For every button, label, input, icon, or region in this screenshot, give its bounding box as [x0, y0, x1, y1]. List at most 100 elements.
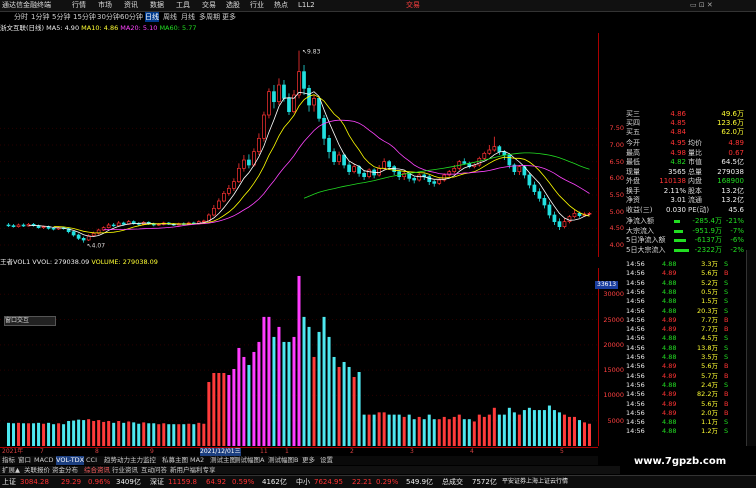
bottom-tab[interactable]: 扩展▲	[2, 466, 20, 474]
sz-index-amount: 4162亿	[262, 478, 287, 486]
period-1min[interactable]: 1分钟	[31, 12, 49, 22]
period-monthly[interactable]: 月线	[181, 12, 195, 22]
volume-chart[interactable]	[0, 268, 598, 446]
bottom-tab[interactable]: 行业资讯	[112, 466, 138, 474]
bottom-tab[interactable]: 资金分布	[52, 466, 78, 474]
indicator-tab[interactable]: 测试主图	[210, 456, 236, 465]
volume-indicator-title: 王者VOL1	[0, 258, 31, 266]
menu-market[interactable]: 市场	[98, 0, 112, 11]
indicator-tab[interactable]: MA2	[190, 456, 204, 465]
indicator-tab[interactable]: 设置	[320, 456, 333, 465]
flow-pct: -21%	[725, 217, 744, 225]
bottom-tab[interactable]: 关联报价	[24, 466, 50, 474]
volume-bar-up	[127, 421, 131, 446]
volume-bar-up	[337, 366, 341, 446]
tick-scrollbar[interactable]	[746, 250, 756, 446]
volume-bar-down	[537, 410, 541, 446]
candle-up	[262, 114, 266, 139]
window-controls[interactable]: ▭ ⊡ ✕	[690, 0, 713, 11]
bid-label: 买五	[626, 128, 640, 136]
candle-up	[297, 71, 301, 96]
indicator-tab[interactable]: 测试幅图B	[268, 456, 298, 465]
stat-row: 最低 4.82 市值 64.5亿	[626, 158, 744, 167]
date-label: 1	[285, 448, 289, 455]
menu-trade[interactable]: 交易	[202, 0, 216, 11]
tick-price: 4.88	[662, 343, 677, 352]
date-label: 2021年	[2, 448, 24, 455]
period-5min[interactable]: 5分钟	[52, 12, 70, 22]
tick-price: 4.89	[662, 315, 677, 324]
volume-axis: 30000 25000 20000 15000 10000 5000	[598, 268, 626, 446]
tick-side: B	[724, 269, 729, 278]
period-timeshare[interactable]: 分时	[14, 12, 28, 22]
indicator-tab[interactable]: 私募主图	[162, 456, 188, 465]
indicator-tab[interactable]: 窗口	[18, 456, 31, 465]
indicator-tab[interactable]: 测试幅图A	[234, 456, 264, 465]
tick-row: 14:56 4.88 1.5万 S	[626, 297, 744, 306]
candle-up	[201, 220, 206, 223]
indicator-tab[interactable]: 趋势动力	[104, 456, 130, 465]
indicator-tab[interactable]: MACD	[34, 456, 53, 465]
period-15min[interactable]: 15分钟	[73, 12, 96, 22]
menu-quotes[interactable]: 行情	[72, 0, 86, 11]
indicator-tab[interactable]: 主力监控	[130, 456, 156, 465]
small-window-button[interactable]: 窗口交互	[4, 316, 56, 326]
volume-bar-down	[192, 424, 196, 446]
sz-index-label[interactable]: 深证	[150, 476, 164, 488]
menu-data[interactable]: 数据	[150, 0, 164, 11]
candle-up	[417, 174, 422, 181]
trade-button[interactable]: 交易	[406, 0, 420, 11]
sh-index-pct: 0.96%	[88, 478, 111, 486]
volume-tick: 25000	[603, 315, 624, 324]
candle-down	[342, 154, 346, 166]
menu-industry[interactable]: 行业	[250, 0, 264, 11]
zx-index-label[interactable]: 中小	[296, 476, 310, 488]
period-30min[interactable]: 30分钟	[97, 12, 120, 22]
indicator-tab[interactable]: CCI	[86, 456, 97, 465]
volume-bar-down	[32, 423, 36, 446]
indicator-tab[interactable]: 指标	[2, 456, 15, 465]
menu-stock-picker[interactable]: 选股	[226, 0, 240, 11]
period-daily[interactable]: 日线	[145, 12, 159, 22]
bottom-tab[interactable]: 新用户福利专享	[170, 466, 216, 474]
period-more[interactable]: 更多	[222, 12, 236, 22]
bottom-tab[interactable]: 互动问答	[141, 466, 167, 474]
price-tick: 6.50	[609, 157, 624, 166]
volume-bar-up	[382, 412, 386, 446]
zx-index-amount: 549.9亿	[406, 478, 434, 486]
stat-row: 现量 3565 总量 279038	[626, 168, 744, 177]
flow-bar	[674, 229, 683, 233]
volume-bar-up	[197, 422, 201, 446]
indicator-tab[interactable]: VOL-TDX	[56, 456, 85, 465]
stat-value: 4.95	[670, 139, 686, 147]
period-bar: 分时 1分钟 5分钟 15分钟 30分钟 60分钟 日线 周线 月线 多周期 更…	[0, 12, 430, 22]
stat-label: 外盘	[626, 177, 640, 185]
tick-price: 4.88	[662, 260, 677, 268]
tick-volume: 20.3万	[697, 306, 718, 315]
menu-tools[interactable]: 工具	[176, 0, 190, 11]
period-multi[interactable]: 多周期	[199, 12, 220, 22]
flow-bar	[674, 239, 686, 242]
menu-hotspot[interactable]: 热点	[274, 0, 288, 11]
candle-down	[302, 71, 306, 89]
kline-chart[interactable]: ↖9.83 ↖4.07	[0, 33, 598, 257]
menu-l1l2[interactable]: L1L2	[298, 0, 315, 11]
candle-down	[81, 237, 86, 241]
flow-row: 大宗流入 -951.9万 -7%	[626, 227, 744, 236]
tick-side: S	[724, 343, 729, 352]
bottom-tab[interactable]: 综合资讯	[84, 466, 110, 474]
period-60min[interactable]: 60分钟	[120, 12, 143, 22]
ma5-label: MA5: 4.90	[46, 24, 80, 32]
sh-index-label[interactable]: 上证	[2, 476, 16, 488]
indicator-tab[interactable]: 更多	[302, 456, 315, 465]
volume-bar-down	[77, 419, 81, 446]
stat-label-2: 内盘	[688, 177, 702, 185]
period-weekly[interactable]: 周线	[163, 12, 177, 22]
volume-bar-up	[207, 382, 211, 446]
candle-down	[537, 191, 542, 199]
date-label: 2	[350, 448, 354, 455]
menu-news[interactable]: 资讯	[124, 0, 138, 11]
stat-value: 2.11%	[663, 186, 686, 195]
volume-bar-down	[307, 326, 311, 446]
volume-bar-down	[407, 414, 411, 446]
